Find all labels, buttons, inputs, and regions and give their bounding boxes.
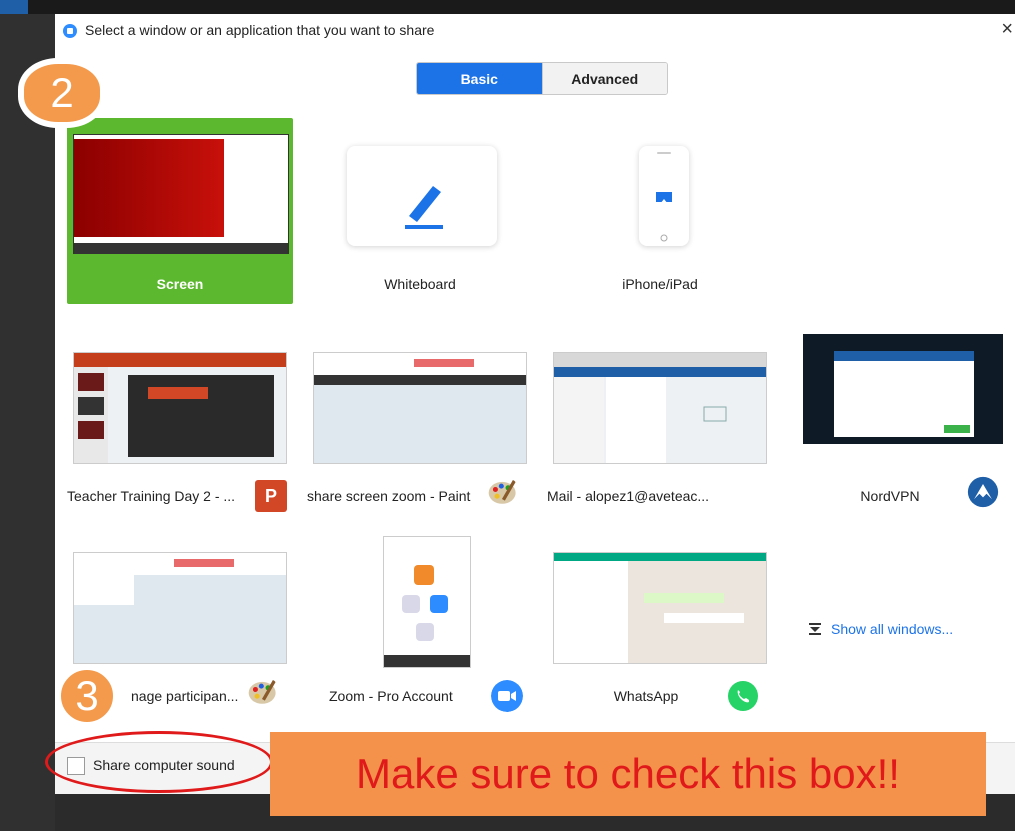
chevron-down-icon [809,623,821,635]
instruction-banner: Make sure to check this box!! [270,732,986,816]
callout-2: 2 [18,58,106,128]
highlight-ellipse [45,731,273,793]
whatsapp-thumbnail [553,552,767,664]
tile-label-whiteboard: Whiteboard [384,276,456,292]
paint-2-thumbnail [73,552,287,664]
iphone-card [639,146,689,246]
tile-label-paint-2: nage participan... [131,688,239,704]
share-tile-mail[interactable]: Mail - alopez1@aveteac... [547,330,773,516]
close-icon[interactable]: × [1001,18,1013,41]
nordvpn-icon [967,476,999,508]
share-tile-paint[interactable]: share screen zoom - Paint [307,330,533,516]
screen-thumbnail-slide [74,139,224,237]
corner-accent [0,0,28,14]
tile-label-mail: Mail - alopez1@aveteac... [547,488,710,504]
share-tile-iphone[interactable]: iPhone/iPad [547,118,773,304]
tab-basic[interactable]: Basic [417,63,542,94]
share-tabs: Basic Advanced [416,62,668,95]
mail-thumbnail [553,352,767,464]
share-tile-powerpoint[interactable]: Teacher Training Day 2 - ... P [67,330,293,516]
share-tile-zoom[interactable]: Zoom - Pro Account [307,530,533,716]
tile-label-iphone: iPhone/iPad [622,276,698,292]
tab-advanced[interactable]: Advanced [541,63,667,94]
top-strip [0,0,1015,14]
callout-3: 3 [55,664,119,728]
paint-palette-icon [248,679,276,704]
share-tile-whatsapp[interactable]: WhatsApp [547,530,773,716]
tile-label-screen: Screen [156,276,204,292]
tile-label-zoom: Zoom - Pro Account [329,688,453,704]
whiteboard-card [347,146,497,246]
tile-label-paint: share screen zoom - Paint [307,488,471,504]
zoom-thumbnail [383,536,471,668]
dialog-title: Select a window or an application that y… [85,22,435,38]
screen-thumbnail [73,134,289,254]
share-dialog: Select a window or an application that y… [55,14,1015,794]
nordvpn-thumbnail [803,334,1003,444]
title-bar: Select a window or an application that y… [55,14,1015,46]
zoom-icon [491,680,523,712]
paint-palette-icon [488,479,516,504]
tile-label-whatsapp: WhatsApp [613,688,679,704]
screen-thumbnail-taskbar [74,243,288,253]
powerpoint-thumbnail [73,352,287,464]
paint-thumbnail [313,352,527,464]
show-all-windows-link[interactable]: Show all windows... [831,621,953,637]
share-tile-nordvpn[interactable]: NordVPN [787,330,1013,516]
zoom-logo-icon [63,24,77,38]
airplay-icon [656,152,672,242]
whatsapp-icon [728,681,758,711]
pencil-icon [405,186,443,229]
tile-label-powerpoint: Teacher Training Day 2 - ... [67,488,236,504]
share-tile-whiteboard[interactable]: Whiteboard [307,118,533,304]
share-tile-screen[interactable]: Screen [67,118,293,304]
powerpoint-icon: P [255,480,287,512]
